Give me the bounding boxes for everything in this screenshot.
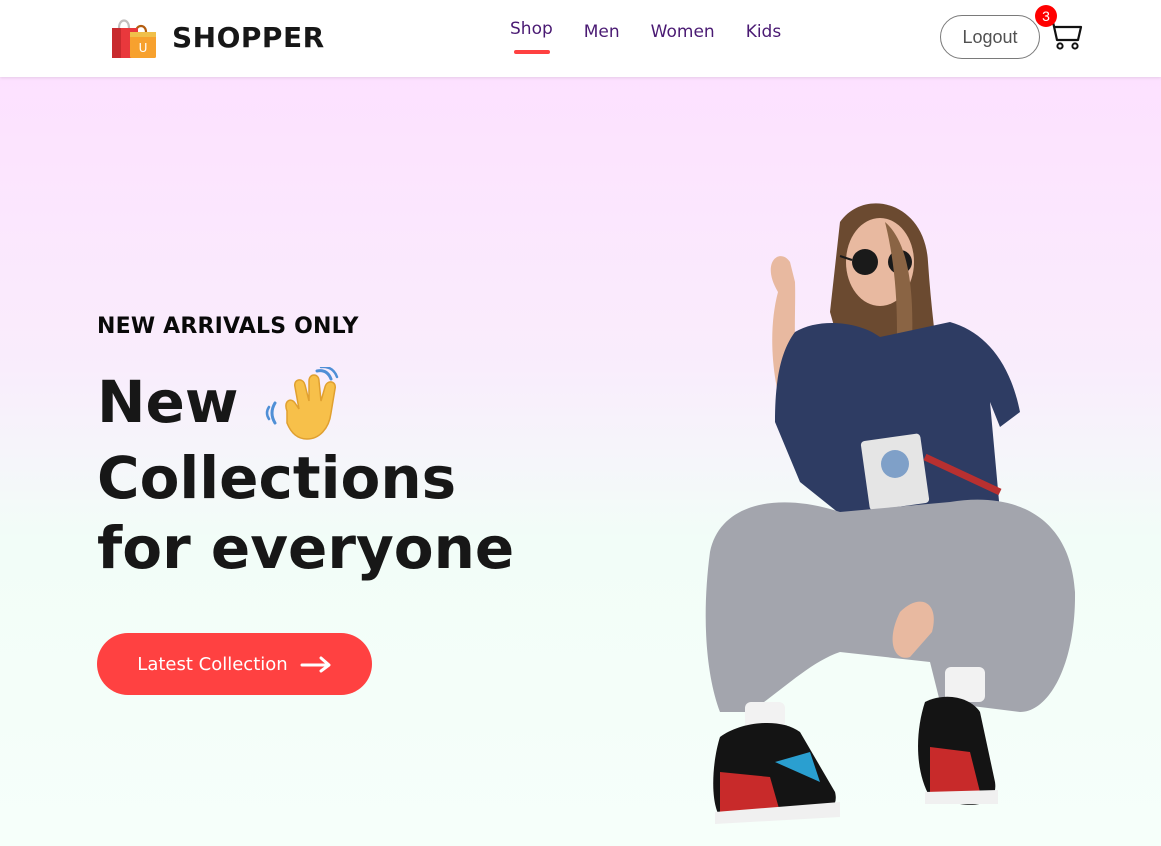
- nav-item-kids[interactable]: Kids: [746, 22, 782, 42]
- navbar: U SHOPPER Shop Men Women Kids Logout 3: [0, 0, 1161, 77]
- nav-item-label: Men: [583, 22, 620, 42]
- nav-item-shop[interactable]: Shop: [510, 19, 553, 54]
- nav-item-label: Kids: [745, 22, 782, 42]
- nav-item-label: Shop: [510, 19, 553, 39]
- cart-count-badge: 3: [1035, 5, 1057, 27]
- hero-eyebrow: NEW ARRIVALS ONLY: [97, 314, 359, 339]
- cta-label: Latest Collection: [137, 653, 288, 675]
- shopping-bag-logo-icon: U: [112, 19, 156, 58]
- latest-collection-button[interactable]: Latest Collection: [97, 633, 372, 695]
- hero-headline-line-1: New: [97, 368, 239, 436]
- hero-section: NEW ARRIVALS ONLY New Collections for ev…: [0, 77, 1161, 846]
- hero-headline-line-3: for everyone: [97, 514, 515, 582]
- hero-model-image: [705, 203, 1076, 824]
- nav-menu: Shop Men Women Kids: [510, 19, 812, 54]
- active-nav-indicator: [514, 50, 550, 54]
- nav-item-women[interactable]: Women: [651, 22, 715, 42]
- logout-button[interactable]: Logout: [940, 15, 1040, 59]
- svg-text:U: U: [139, 41, 148, 55]
- brand-name: SHOPPER: [172, 20, 325, 54]
- waving-hand-icon: [265, 367, 339, 440]
- arrow-right-icon: [300, 656, 331, 673]
- nav-item-label: Women: [650, 22, 715, 42]
- nav-item-men[interactable]: Men: [584, 22, 620, 42]
- brand-logo[interactable]: U SHOPPER: [110, 14, 325, 60]
- hero-headline-line-2: Collections: [97, 444, 457, 512]
